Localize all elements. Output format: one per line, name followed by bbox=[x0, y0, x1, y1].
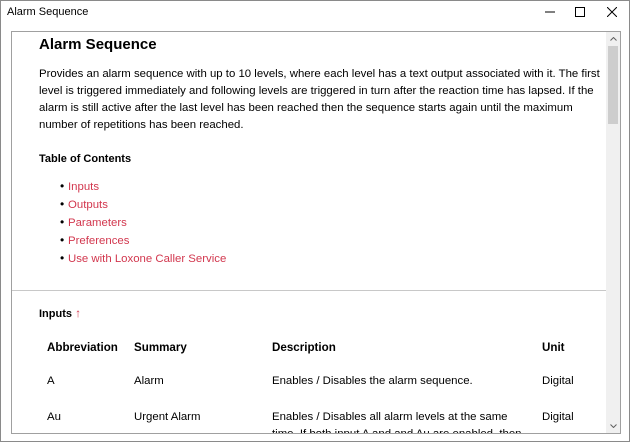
table-of-contents: • Inputs • Outputs • Parameters • Preference… bbox=[60, 177, 226, 267]
column-header-summary: Summary bbox=[134, 340, 187, 354]
scroll-up-button[interactable] bbox=[606, 32, 620, 46]
cell-summary: Urgent Alarm bbox=[134, 411, 201, 423]
bullet-icon: • bbox=[60, 233, 65, 247]
table-header-row: Abbreviation Summary Description Unit bbox=[39, 332, 599, 362]
cell-description: Enables / Disables the alarm sequence. bbox=[272, 375, 473, 387]
toc-item-outputs: • Outputs bbox=[60, 195, 226, 213]
minimize-icon bbox=[545, 11, 555, 13]
toc-link-parameters[interactable]: Parameters bbox=[68, 217, 127, 229]
cell-description: Enables / Disables all alarm levels at t… bbox=[272, 411, 522, 434]
cell-summary: Alarm bbox=[134, 375, 164, 387]
maximize-icon bbox=[575, 7, 585, 17]
toc-item-parameters: • Parameters bbox=[60, 213, 226, 231]
help-content-viewport[interactable]: Alarm Sequence Provides an alarm sequenc… bbox=[11, 31, 621, 434]
column-header-unit: Unit bbox=[542, 340, 565, 354]
bullet-icon: • bbox=[60, 197, 65, 211]
back-to-top-link[interactable]: ↑ bbox=[75, 306, 81, 320]
bullet-icon: • bbox=[60, 215, 65, 229]
toc-item-preferences: • Preferences bbox=[60, 231, 226, 249]
toc-item-caller-service: • Use with Loxone Caller Service bbox=[60, 249, 226, 267]
window-title: Alarm Sequence bbox=[7, 6, 89, 18]
maximize-button[interactable] bbox=[565, 1, 595, 23]
scroll-down-arrow-icon bbox=[609, 424, 617, 428]
app-window: Alarm Sequence Alarm Sequence Provides a… bbox=[0, 0, 630, 442]
toc-item-inputs: • Inputs bbox=[60, 177, 226, 195]
page-title: Alarm Sequence bbox=[39, 36, 157, 53]
inputs-section-title: Inputs ↑ bbox=[39, 306, 81, 320]
column-header-abbreviation: Abbreviation bbox=[47, 340, 118, 354]
scroll-up-arrow-icon bbox=[609, 37, 617, 41]
close-icon bbox=[607, 7, 617, 17]
vertical-scrollbar[interactable] bbox=[606, 32, 620, 433]
table-row: A Alarm Enables / Disables the alarm seq… bbox=[39, 362, 599, 398]
cell-unit: Digital bbox=[542, 375, 574, 387]
inputs-heading: Inputs bbox=[39, 308, 72, 320]
toc-title: Table of Contents bbox=[39, 153, 132, 165]
scroll-down-button[interactable] bbox=[606, 419, 620, 433]
inputs-table: Abbreviation Summary Description Unit A … bbox=[39, 332, 599, 434]
intro-paragraph: Provides an alarm sequence with up to 10… bbox=[39, 68, 600, 131]
section-divider bbox=[12, 290, 608, 291]
column-header-description: Description bbox=[272, 340, 336, 354]
table-row: Au Urgent Alarm Enables / Disables all a… bbox=[39, 398, 599, 434]
bullet-icon: • bbox=[60, 251, 65, 265]
minimize-button[interactable] bbox=[535, 1, 565, 23]
bullet-icon: • bbox=[60, 179, 65, 193]
cell-unit: Digital bbox=[542, 411, 574, 423]
toc-link-caller-service[interactable]: Use with Loxone Caller Service bbox=[68, 253, 226, 265]
close-button[interactable] bbox=[597, 1, 627, 23]
scroll-thumb[interactable] bbox=[608, 46, 618, 124]
title-bar[interactable]: Alarm Sequence bbox=[1, 1, 629, 23]
cell-abbreviation: Au bbox=[47, 411, 61, 423]
toc-link-outputs[interactable]: Outputs bbox=[68, 199, 108, 211]
cell-abbreviation: A bbox=[47, 375, 55, 387]
toc-link-preferences[interactable]: Preferences bbox=[68, 235, 129, 247]
toc-link-inputs[interactable]: Inputs bbox=[68, 181, 99, 193]
